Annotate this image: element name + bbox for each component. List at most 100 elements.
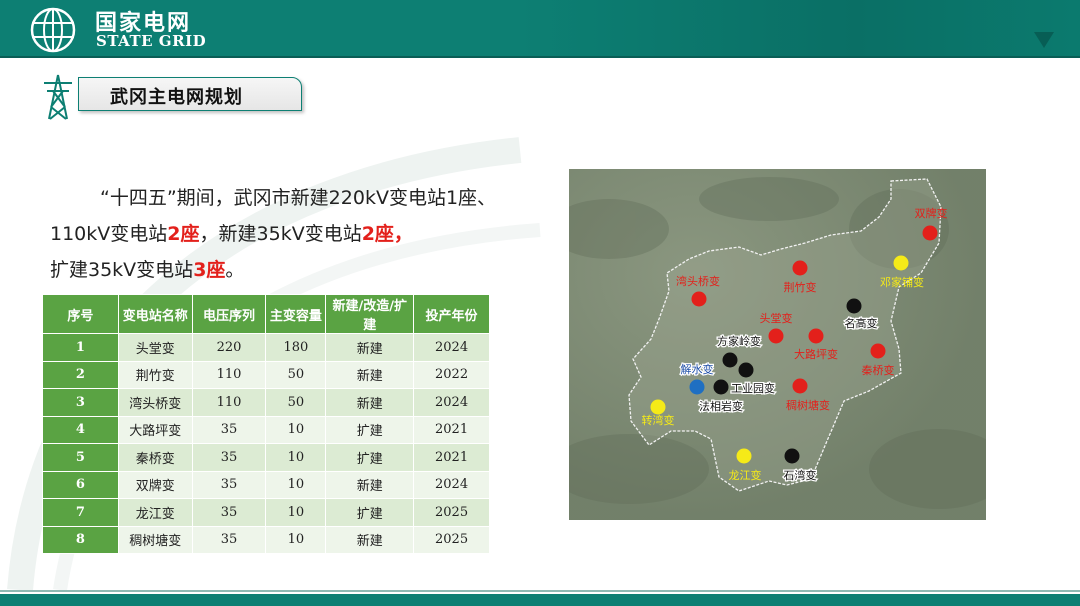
cell-capacity: 10 — [265, 498, 327, 527]
station-marker — [722, 352, 738, 368]
brand-name-en: STATE GRID — [96, 32, 207, 50]
cell-type: 新建 — [325, 333, 415, 362]
cell-year: 2024 — [413, 470, 490, 499]
cell-name: 湾头桥变 — [117, 388, 193, 417]
cell-type: 新建 — [325, 388, 415, 417]
cell-voltage: 35 — [191, 443, 267, 472]
cell-index: 2 — [42, 360, 119, 389]
header-gradient — [520, 0, 1080, 58]
cell-name: 龙江变 — [117, 498, 193, 527]
col-header-name: 变电站名称 — [117, 294, 193, 334]
cell-name: 荆竹变 — [117, 360, 193, 389]
station-marker — [784, 448, 800, 464]
cell-capacity: 50 — [265, 388, 327, 417]
station-label: 邓家铺变 — [880, 275, 924, 289]
cell-index: 3 — [42, 388, 119, 417]
transmission-tower-icon — [44, 74, 72, 120]
station-label: 名高变 — [845, 316, 878, 330]
cell-index: 7 — [42, 498, 119, 527]
cell-voltage: 35 — [191, 470, 267, 499]
cell-voltage: 220 — [191, 333, 267, 362]
cell-name: 头堂变 — [117, 333, 193, 362]
cell-index: 6 — [42, 470, 119, 499]
footer-divider — [0, 590, 1080, 592]
station-label: 方家岭变 — [717, 334, 761, 348]
col-header-voltage: 电压序列 — [191, 294, 267, 334]
cell-index: 4 — [42, 415, 119, 444]
cell-voltage: 35 — [191, 525, 267, 554]
col-header-capacity: 主变容量 — [265, 294, 327, 334]
summary-paragraph: “十四五”期间，武冈市新建220kV变电站1座、110kV变电站2座，新建35k… — [50, 180, 520, 288]
station-label: 双牌变 — [915, 206, 948, 220]
station-label: 秦桥变 — [862, 363, 895, 377]
cell-type: 新建 — [325, 470, 415, 499]
col-header-year: 投产年份 — [413, 294, 490, 334]
cell-year: 2021 — [413, 443, 490, 472]
para-seg5: 扩建35kV变电站 — [50, 259, 194, 281]
cell-name: 双牌变 — [117, 470, 193, 499]
station-label: 工业园变 — [731, 381, 775, 395]
table-row: 2 荆竹变 110 50 新建 2022 — [42, 360, 490, 389]
table-header-row: 序号 变电站名称 电压序列 主变容量 新建/改造/扩建 投产年份 — [42, 294, 490, 334]
table-row: 1 头堂变 220 180 新建 2024 — [42, 333, 490, 362]
station-marker — [713, 379, 729, 395]
cell-voltage: 110 — [191, 388, 267, 417]
cell-name: 大路坪变 — [117, 415, 193, 444]
cell-year: 2025 — [413, 498, 490, 527]
cell-index: 8 — [42, 525, 119, 554]
station-marker — [846, 298, 862, 314]
cell-capacity: 10 — [265, 525, 327, 554]
cell-name: 秦桥变 — [117, 443, 193, 472]
table-row: 7 龙江变 35 10 扩建 2025 — [42, 498, 490, 527]
cell-voltage: 110 — [191, 360, 267, 389]
col-header-type: 新建/改造/扩建 — [325, 294, 415, 334]
cell-type: 扩建 — [325, 415, 415, 444]
station-marker — [736, 448, 752, 464]
cell-type: 新建 — [325, 525, 415, 554]
cell-year: 2025 — [413, 525, 490, 554]
para-seg3: ，新建35kV变电站 — [199, 223, 362, 245]
header-divider — [0, 56, 1080, 58]
station-label: 石湾变 — [784, 468, 817, 482]
cell-capacity: 180 — [265, 333, 327, 362]
para-highlight-3: 3座 — [193, 259, 226, 281]
station-label: 转湾变 — [642, 413, 675, 427]
station-marker — [870, 343, 886, 359]
para-highlight-1: 2座 — [167, 223, 200, 245]
station-label: 头堂变 — [760, 311, 793, 325]
cell-name: 稠树塘变 — [117, 525, 193, 554]
station-label: 大路坪变 — [794, 347, 838, 361]
station-marker — [738, 362, 754, 378]
cell-capacity: 10 — [265, 470, 327, 499]
footer-bar — [0, 594, 1080, 606]
cell-voltage: 35 — [191, 415, 267, 444]
para-seg7: 。 — [225, 259, 245, 281]
cell-index: 1 — [42, 333, 119, 362]
page-title: 武冈主电网规划 — [110, 87, 243, 108]
cell-year: 2024 — [413, 333, 490, 362]
para-highlight-2: 2座， — [361, 223, 413, 245]
table-row: 6 双牌变 35 10 新建 2024 — [42, 470, 490, 499]
substation-table: 序号 变电站名称 电压序列 主变容量 新建/改造/扩建 投产年份 1 头堂变 2… — [42, 294, 490, 554]
station-label: 龙江变 — [729, 468, 762, 482]
cell-capacity: 50 — [265, 360, 327, 389]
station-marker — [808, 328, 824, 344]
table-row: 4 大路坪变 35 10 扩建 2021 — [42, 415, 490, 444]
cell-voltage: 35 — [191, 498, 267, 527]
substation-map: 双牌变邓家铺变 荆竹变 湾头桥变名高变 头堂变方家岭变大路坪变秦桥变 解水变工业园变法相… — [569, 169, 986, 520]
station-label: 稠树塘变 — [786, 398, 830, 412]
cell-year: 2021 — [413, 415, 490, 444]
station-marker — [792, 378, 808, 394]
cell-capacity: 10 — [265, 443, 327, 472]
station-label: 法相岩变 — [699, 399, 743, 413]
cell-type: 扩建 — [325, 498, 415, 527]
header-triangle-decoration — [1034, 32, 1054, 48]
cell-index: 5 — [42, 443, 119, 472]
station-label: 解水变 — [681, 362, 714, 376]
cell-year: 2022 — [413, 360, 490, 389]
cell-year: 2024 — [413, 388, 490, 417]
station-marker — [768, 328, 784, 344]
station-marker — [922, 225, 938, 241]
station-label: 荆竹变 — [784, 280, 817, 294]
station-label: 湾头桥变 — [676, 274, 720, 288]
